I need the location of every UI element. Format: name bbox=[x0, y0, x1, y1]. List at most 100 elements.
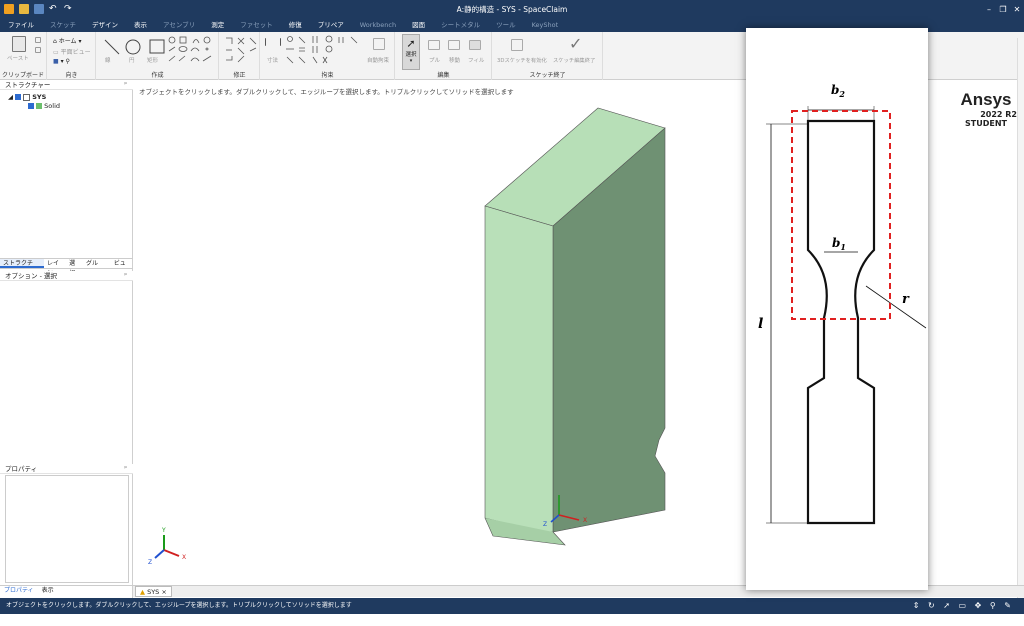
expand-icon[interactable]: ◢ bbox=[8, 93, 13, 101]
r-dimension-line bbox=[865, 285, 927, 329]
close-button[interactable]: ✕ bbox=[1010, 0, 1024, 18]
circle-label: 円 bbox=[129, 58, 135, 64]
move-label: 移動 bbox=[449, 58, 461, 64]
title-bar: ↶ ↷ A:静的構造 - SYS - SpaceClaim – ❐ ✕ bbox=[0, 0, 1024, 18]
menu-item-13[interactable]: KeyShot bbox=[524, 18, 567, 32]
home-icon: ⌂ bbox=[53, 38, 57, 45]
plane-view-button[interactable]: ▭ 平面ビュー bbox=[53, 47, 91, 56]
create-small-tools-icons[interactable] bbox=[167, 36, 217, 66]
paste-label: ペースト bbox=[7, 56, 29, 62]
auto-constraint-icon[interactable] bbox=[373, 38, 385, 50]
panel-tab-0[interactable]: ストラクチャ… bbox=[0, 259, 44, 277]
enable-3d-sketch-icon[interactable] bbox=[511, 39, 523, 51]
panel-tab-1[interactable]: レイヤ bbox=[44, 259, 66, 277]
ansys-wordmark: Ansys bbox=[960, 90, 1012, 109]
doc-tab-sys[interactable]: ▲ SYS × bbox=[135, 586, 172, 597]
ansys-edition: STUDENT bbox=[965, 119, 1007, 128]
bottom-strip bbox=[0, 614, 1024, 626]
options-pin-icon[interactable]: ᵖ bbox=[124, 271, 127, 281]
auto-constraint-label: 自動拘束 bbox=[367, 58, 390, 64]
specimen-drawing: b2 b1 r l bbox=[758, 83, 927, 525]
undo-icon[interactable]: ↶ bbox=[49, 4, 59, 14]
clipboard-group: ペースト クリップボード bbox=[0, 32, 47, 80]
pull-icon[interactable] bbox=[428, 40, 440, 50]
document-icon bbox=[23, 93, 31, 101]
app-icon[interactable] bbox=[4, 4, 14, 14]
checkbox-icon[interactable] bbox=[28, 103, 34, 109]
b2-label: b2 bbox=[831, 83, 845, 99]
redo-icon[interactable]: ↷ bbox=[64, 4, 74, 14]
dimension-label: 寸法 bbox=[267, 58, 279, 64]
fill-icon[interactable] bbox=[469, 40, 481, 50]
quick-access-toolbar: ↶ ↷ bbox=[0, 4, 74, 14]
status-tools[interactable]: ⇕ ↻ ➚ ▭ ✥ ⚲ ✎ bbox=[913, 598, 1014, 614]
sketch-end-group: 3Dスケッチを有効化 ✓ スケッチ編集終了 スケッチ終了 bbox=[493, 32, 603, 80]
menu-item-3[interactable]: 表示 bbox=[126, 18, 155, 32]
structure-pin-icon[interactable]: ᵖ bbox=[124, 80, 127, 90]
create-group: 線 円 矩形 作成 bbox=[97, 32, 219, 80]
menu-item-4[interactable]: アセンブリ bbox=[155, 18, 203, 32]
specimen-outline bbox=[806, 119, 876, 525]
menu-item-8[interactable]: プリペア bbox=[310, 18, 352, 32]
paste-icon[interactable] bbox=[12, 36, 26, 52]
l-label: l bbox=[758, 316, 763, 332]
create-label: 作成 bbox=[151, 72, 164, 79]
tree-root[interactable]: ◢ SYS bbox=[8, 93, 46, 101]
open-icon[interactable] bbox=[19, 4, 29, 14]
options-header: オプション - 選択 ᵖ bbox=[0, 271, 133, 281]
corner-triad-x-label: X bbox=[182, 554, 186, 561]
constraint-tools-icons[interactable] bbox=[285, 35, 361, 67]
view-cube-button[interactable]: ■ ▾ ⚲ bbox=[53, 58, 70, 65]
minimize-button[interactable]: – bbox=[982, 0, 996, 18]
pull-label: プル bbox=[429, 58, 441, 64]
copy-icon[interactable] bbox=[35, 47, 41, 53]
plane-view-label: 平面ビュー bbox=[60, 49, 91, 56]
restore-button[interactable]: ❐ bbox=[996, 0, 1010, 18]
menu-item-6[interactable]: ファセット bbox=[232, 18, 281, 32]
menu-item-9[interactable]: Workbench bbox=[352, 18, 404, 32]
corner-triad-y-label: Y bbox=[161, 527, 166, 534]
create-tools-icons[interactable] bbox=[101, 36, 169, 62]
tree-child[interactable]: Solid bbox=[28, 102, 60, 110]
clipboard-label: クリップボード bbox=[1, 72, 44, 79]
select-tool-button[interactable]: ➚ 選択 ▾ bbox=[402, 34, 420, 70]
move-icon[interactable] bbox=[448, 40, 460, 50]
properties-tabs: プロパティ 表示 bbox=[0, 585, 133, 596]
line-label: 線 bbox=[105, 58, 111, 64]
properties-tab-1[interactable]: 表示 bbox=[38, 586, 58, 596]
menu-item-12[interactable]: ツール bbox=[488, 18, 524, 32]
r-label: r bbox=[902, 292, 910, 307]
select-label: 選択 bbox=[405, 52, 417, 58]
panel-tab-4[interactable]: ビュー bbox=[111, 259, 133, 277]
home-button[interactable]: ⌂ ホーム ▾ bbox=[53, 36, 81, 45]
circle-tool-icon bbox=[125, 39, 141, 55]
properties-pin-icon[interactable]: ᵖ bbox=[124, 464, 127, 474]
panel-tab-2[interactable]: 選択 bbox=[66, 259, 83, 277]
menu-item-2[interactable]: デザイン bbox=[84, 18, 126, 32]
dimension-icon[interactable] bbox=[265, 38, 281, 46]
save-icon[interactable] bbox=[34, 4, 44, 14]
window-title: A:静的構造 - SYS - SpaceClaim bbox=[456, 4, 568, 14]
menu-item-10[interactable]: 図面 bbox=[404, 18, 433, 32]
menu-item-11[interactable]: シートメタル bbox=[433, 18, 488, 32]
properties-tab-0[interactable]: プロパティ bbox=[0, 586, 38, 596]
right-scroll-strip[interactable] bbox=[1017, 38, 1024, 598]
menu-item-0[interactable]: ファイル bbox=[0, 18, 42, 32]
end-sketch-checkmark-icon[interactable]: ✓ bbox=[569, 34, 582, 53]
menu-item-5[interactable]: 測定 bbox=[203, 18, 232, 32]
end-sketch-edit-label: スケッチ編集終了 bbox=[553, 58, 596, 64]
zoom-icon: ⚲ bbox=[65, 58, 70, 65]
checkbox-icon[interactable] bbox=[15, 94, 22, 100]
modify-tools-icons[interactable] bbox=[224, 36, 258, 66]
structure-header-label: ストラクチャー bbox=[5, 81, 51, 89]
enable-3d-sketch-label: 3Dスケッチを有効化 bbox=[497, 58, 547, 64]
doc-tab-close-icon[interactable]: × bbox=[161, 588, 166, 596]
structure-header: ストラクチャー ᵖ bbox=[0, 80, 133, 90]
solid-icon bbox=[36, 103, 43, 109]
menu-item-7[interactable]: 修復 bbox=[281, 18, 310, 32]
cut-icon[interactable] bbox=[35, 37, 41, 43]
highlight-dashed-box bbox=[791, 110, 891, 320]
cube-icon: ■ bbox=[53, 58, 59, 65]
menu-item-1[interactable]: スケッチ bbox=[42, 18, 84, 32]
panel-tab-3[interactable]: グルー… bbox=[83, 259, 111, 277]
